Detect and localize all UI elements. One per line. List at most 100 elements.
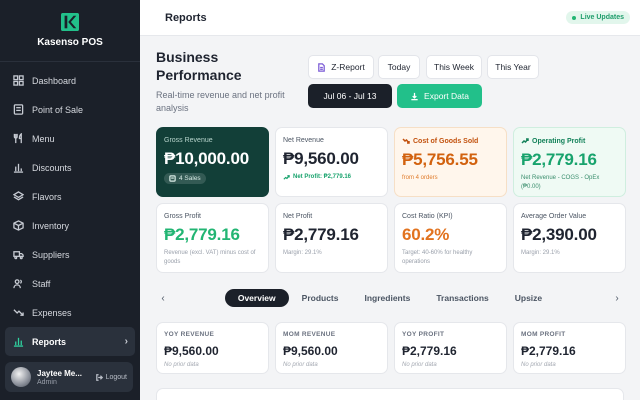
kpi-net-profit: Net Profit ₱2,779.16 Margin: 29.1% [275,203,388,273]
sidebar-item-label: Dashboard [32,75,77,86]
kpi-value: ₱2,390.00 [521,225,597,244]
comparison-subtext: No prior data [283,362,318,368]
discount-icon [12,162,24,174]
comparison-value: ₱9,560.00 [164,344,219,358]
sidebar-item-label: Staff [32,278,51,289]
sidebar-item-label: Suppliers [32,249,70,260]
sidebar-item-label: Menu [32,133,55,144]
sidebar-item-reports[interactable]: Reports › [5,327,135,356]
kpi-cost-of-goods-sold: Cost of Goods Sold ₱5,756.55 from 4 orde… [394,127,507,197]
export-data-button[interactable]: Export Data [397,84,482,108]
comparison-label: YOY PROFIT [402,331,445,338]
main-content: Business Performance Real-time revenue a… [140,36,640,400]
kpi-label-row: Operating Profit [521,137,618,145]
kpi-value: 60.2% [402,225,450,244]
kpi-value: ₱9,560.00 [283,149,359,168]
yoy-profit-card: YOY PROFIT ₱2,779.16 No prior data [394,322,507,374]
export-data-label: Export Data [424,91,469,101]
sidebar-item-expenses[interactable]: Expenses [5,298,135,327]
sidebar-item-flavors[interactable]: Flavors [5,182,135,211]
today-button[interactable]: Today [378,55,420,79]
comparison-subtext: No prior data [164,362,199,368]
logo-icon [61,13,79,31]
sidebar-item-label: Flavors [32,191,62,202]
chevron-right-icon: › [124,336,128,347]
sidebar-nav: Dashboard Point of Sale Menu Discounts F… [0,62,140,356]
kpi-cost-ratio: Cost Ratio (KPI) 60.2% Target: 40-60% fo… [394,203,507,273]
sidebar-item-point-of-sale[interactable]: Point of Sale [5,95,135,124]
kpi-value: ₱2,779.16 [521,150,597,169]
report-tabs: ‹ Overview Products Ingredients Transact… [156,287,624,309]
kpi-subtext: Margin: 29.1% [283,250,322,256]
tabs-prev-button[interactable]: ‹ [156,293,170,304]
kpi-average-order-value: Average Order Value ₱2,390.00 Margin: 29… [513,203,626,273]
user-info: Jaytee Me... Admin [37,369,82,386]
sidebar-item-inventory[interactable]: Inventory [5,211,135,240]
sales-count-label: 4 Sales [179,175,201,182]
tab-upsize[interactable]: Upsize [502,289,555,307]
sidebar-item-suppliers[interactable]: Suppliers [5,240,135,269]
live-updates-badge: Live Updates [566,11,630,24]
sidebar-item-discounts[interactable]: Discounts [5,153,135,182]
z-report-button[interactable]: Z-Report [308,55,374,79]
avatar [11,367,31,387]
comparison-label: MOM PROFIT [521,331,566,338]
user-role: Admin [37,378,57,386]
user-name: Jaytee Me... [37,368,82,378]
tab-overview[interactable]: Overview [224,289,289,307]
comparison-label: YOY REVENUE [164,331,215,338]
tab-ingredients[interactable]: Ingredients [352,289,424,307]
user-profile[interactable]: Jaytee Me... Admin Logout [5,362,133,392]
truck-icon [12,249,24,261]
kpi-value: ₱10,000.00 [164,149,249,168]
kpi-label: Cost of Goods Sold [413,137,479,145]
brand: Kasenso POS [0,0,140,62]
kpi-subtext: Target: 40-60% for healthy operations [402,250,473,265]
logout-button[interactable]: Logout [95,373,127,382]
sidebar-item-staff[interactable]: Staff [5,269,135,298]
kpi-label-row: Cost of Goods Sold [402,137,499,145]
logout-icon [95,373,103,381]
sidebar: Kasenso POS Dashboard Point of Sale Menu… [0,0,140,400]
sidebar-item-menu[interactable]: Menu [5,124,135,153]
this-year-label: This Year [495,62,531,72]
kpi-value: ₱2,779.16 [283,225,359,244]
comparison-value: ₱2,779.16 [402,344,457,358]
live-updates-label: Live Updates [580,14,624,21]
kpi-subtext: Net Revenue - COGS - OpEx (₱0.00) [521,175,600,190]
sidebar-item-label: Reports [32,336,67,347]
sidebar-item-dashboard[interactable]: Dashboard [5,66,135,95]
z-report-label: Z-Report [331,62,365,72]
comparison-subtext: No prior data [521,362,556,368]
yoy-revenue-card: YOY REVENUE ₱9,560.00 No prior data [156,322,269,374]
date-range-button[interactable]: Jul 06 - Jul 13 [308,84,392,108]
this-week-button[interactable]: This Week [426,55,482,79]
app-name: Kasenso POS [37,37,103,48]
kpi-subtext: Revenue (excl. VAT) minus cost of goods [164,250,256,265]
receipt-icon [169,175,176,182]
kpi-gross-revenue: Gross Revenue ₱10,000.00 4 Sales [156,127,269,197]
tab-products[interactable]: Products [289,289,352,307]
kpi-label: Gross Revenue [164,137,213,144]
kpi-label: Net Revenue [283,137,324,144]
dashboard-icon [12,75,24,87]
kpi-label: Cost Ratio (KPI) [402,213,453,220]
tabs-next-button[interactable]: › [610,293,624,304]
section-title: Business Performance [156,49,242,83]
tab-list: Overview Products Ingredients Transactio… [170,289,610,307]
this-year-button[interactable]: This Year [487,55,539,79]
trend-up-icon [283,175,290,180]
pos-icon [12,104,24,116]
kpi-subtext: Margin: 29.1% [521,250,560,256]
document-icon [318,62,326,72]
sidebar-item-label: Expenses [32,307,72,318]
section-subtitle: Real-time revenue and net profit analysi… [156,90,285,113]
bar-chart-icon [12,336,24,348]
comparison-label: MOM REVENUE [283,331,336,338]
download-icon [411,92,418,100]
date-range-label: Jul 06 - Jul 13 [323,91,377,101]
tab-transactions[interactable]: Transactions [423,289,501,307]
users-icon [12,278,24,290]
trend-down-icon [12,307,24,319]
comparison-value: ₱2,779.16 [521,344,576,358]
